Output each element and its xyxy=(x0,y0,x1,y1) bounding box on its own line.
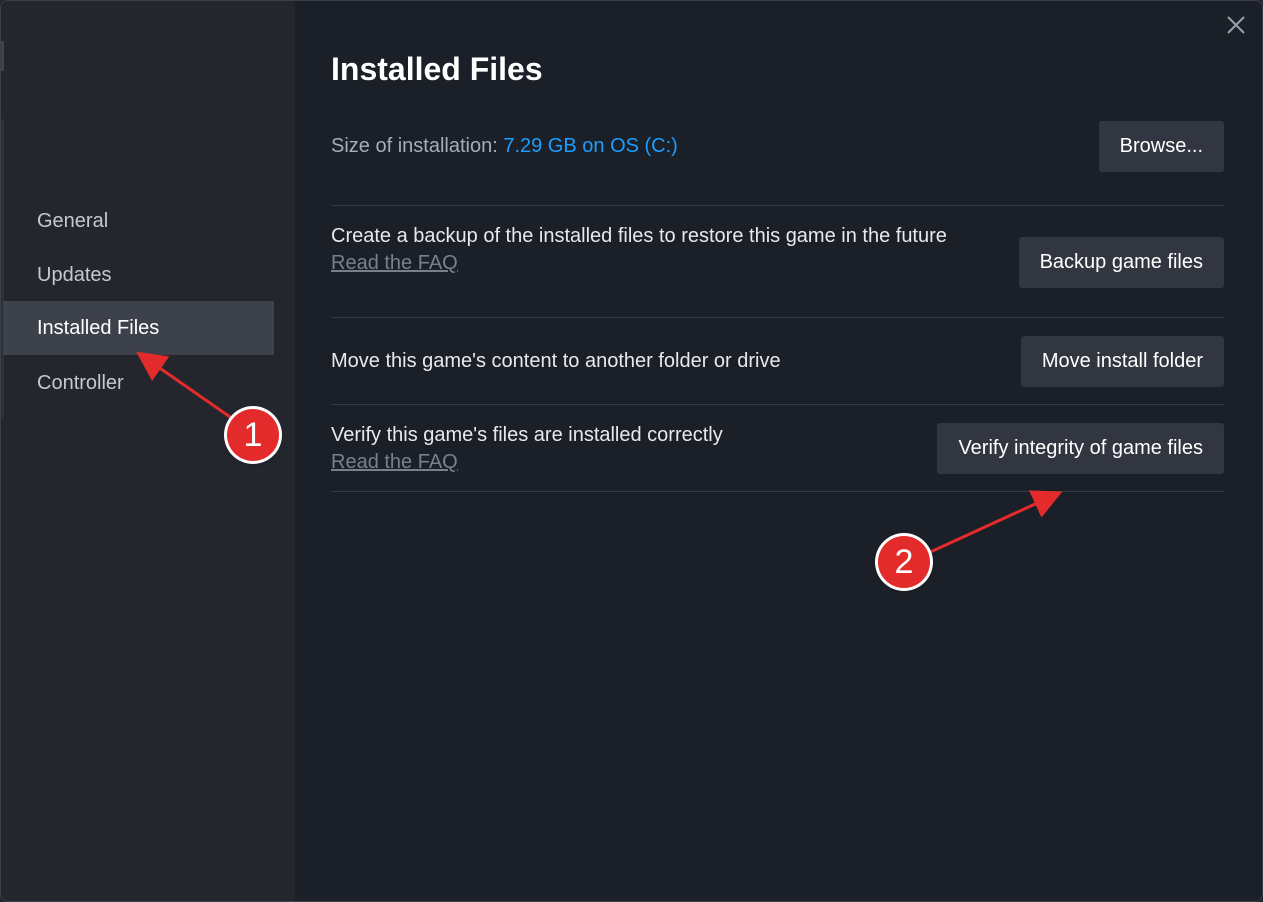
sidebar-item-label: General xyxy=(37,209,109,232)
annotation-badge-1: 1 xyxy=(227,409,279,461)
browse-button[interactable]: Browse... xyxy=(1098,121,1224,172)
size-value[interactable]: 7.29 GB on OS (C:) xyxy=(503,135,678,157)
divider xyxy=(331,205,1224,206)
verify-integrity-button[interactable]: Verify integrity of game files xyxy=(937,423,1224,474)
verify-faq-link[interactable]: Read the FAQ xyxy=(331,449,458,476)
installation-size: Size of installation: 7.29 GB on OS (C:) xyxy=(331,135,678,158)
divider xyxy=(331,404,1224,405)
verify-row: Verify this game's files are installed c… xyxy=(331,422,723,476)
verify-description: Verify this game's files are installed c… xyxy=(331,424,723,446)
sidebar-item-label: Updates xyxy=(37,263,112,286)
sidebar-item-updates[interactable]: Updates xyxy=(3,248,274,302)
sidebar-item-label: Installed Files xyxy=(37,316,160,339)
sidebar-item-general[interactable]: General xyxy=(3,194,274,248)
page-title: Installed Files xyxy=(331,51,543,87)
properties-window: General Updates Installed Files Controll… xyxy=(0,0,1263,902)
annotation-badge-2: 2 xyxy=(878,536,930,588)
main-content: Installed Files Size of installation: 7.… xyxy=(295,1,1262,901)
size-label: Size of installation: xyxy=(331,135,498,157)
sidebar-edge-mark xyxy=(1,41,4,71)
move-description: Move this game's content to another fold… xyxy=(331,350,781,372)
backup-row: Create a backup of the installed files t… xyxy=(331,223,971,277)
backup-description: Create a backup of the installed files t… xyxy=(331,225,947,247)
close-icon xyxy=(1227,16,1245,34)
backup-game-files-button[interactable]: Backup game files xyxy=(1018,237,1224,288)
sidebar-item-installed-files[interactable]: Installed Files xyxy=(3,301,274,355)
move-install-folder-button[interactable]: Move install folder xyxy=(1020,336,1224,387)
backup-faq-link[interactable]: Read the FAQ xyxy=(331,250,458,277)
divider xyxy=(331,491,1224,492)
divider xyxy=(331,317,1224,318)
close-button[interactable] xyxy=(1222,11,1250,39)
sidebar-item-controller[interactable]: Controller xyxy=(3,356,274,410)
sidebar-item-label: Controller xyxy=(37,371,124,394)
